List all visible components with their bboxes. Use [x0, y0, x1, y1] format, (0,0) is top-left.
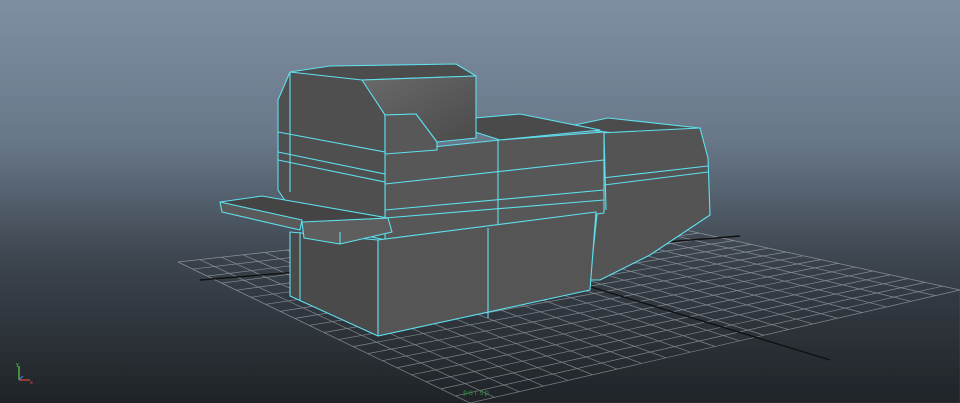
perspective-viewport[interactable]: y x persp	[0, 0, 960, 403]
svg-text:y: y	[16, 362, 19, 368]
scene-render[interactable]	[0, 0, 960, 403]
axis-gizmo-icon: y x	[16, 362, 33, 386]
svg-text:x: x	[30, 380, 33, 386]
camera-label: persp	[463, 388, 490, 397]
